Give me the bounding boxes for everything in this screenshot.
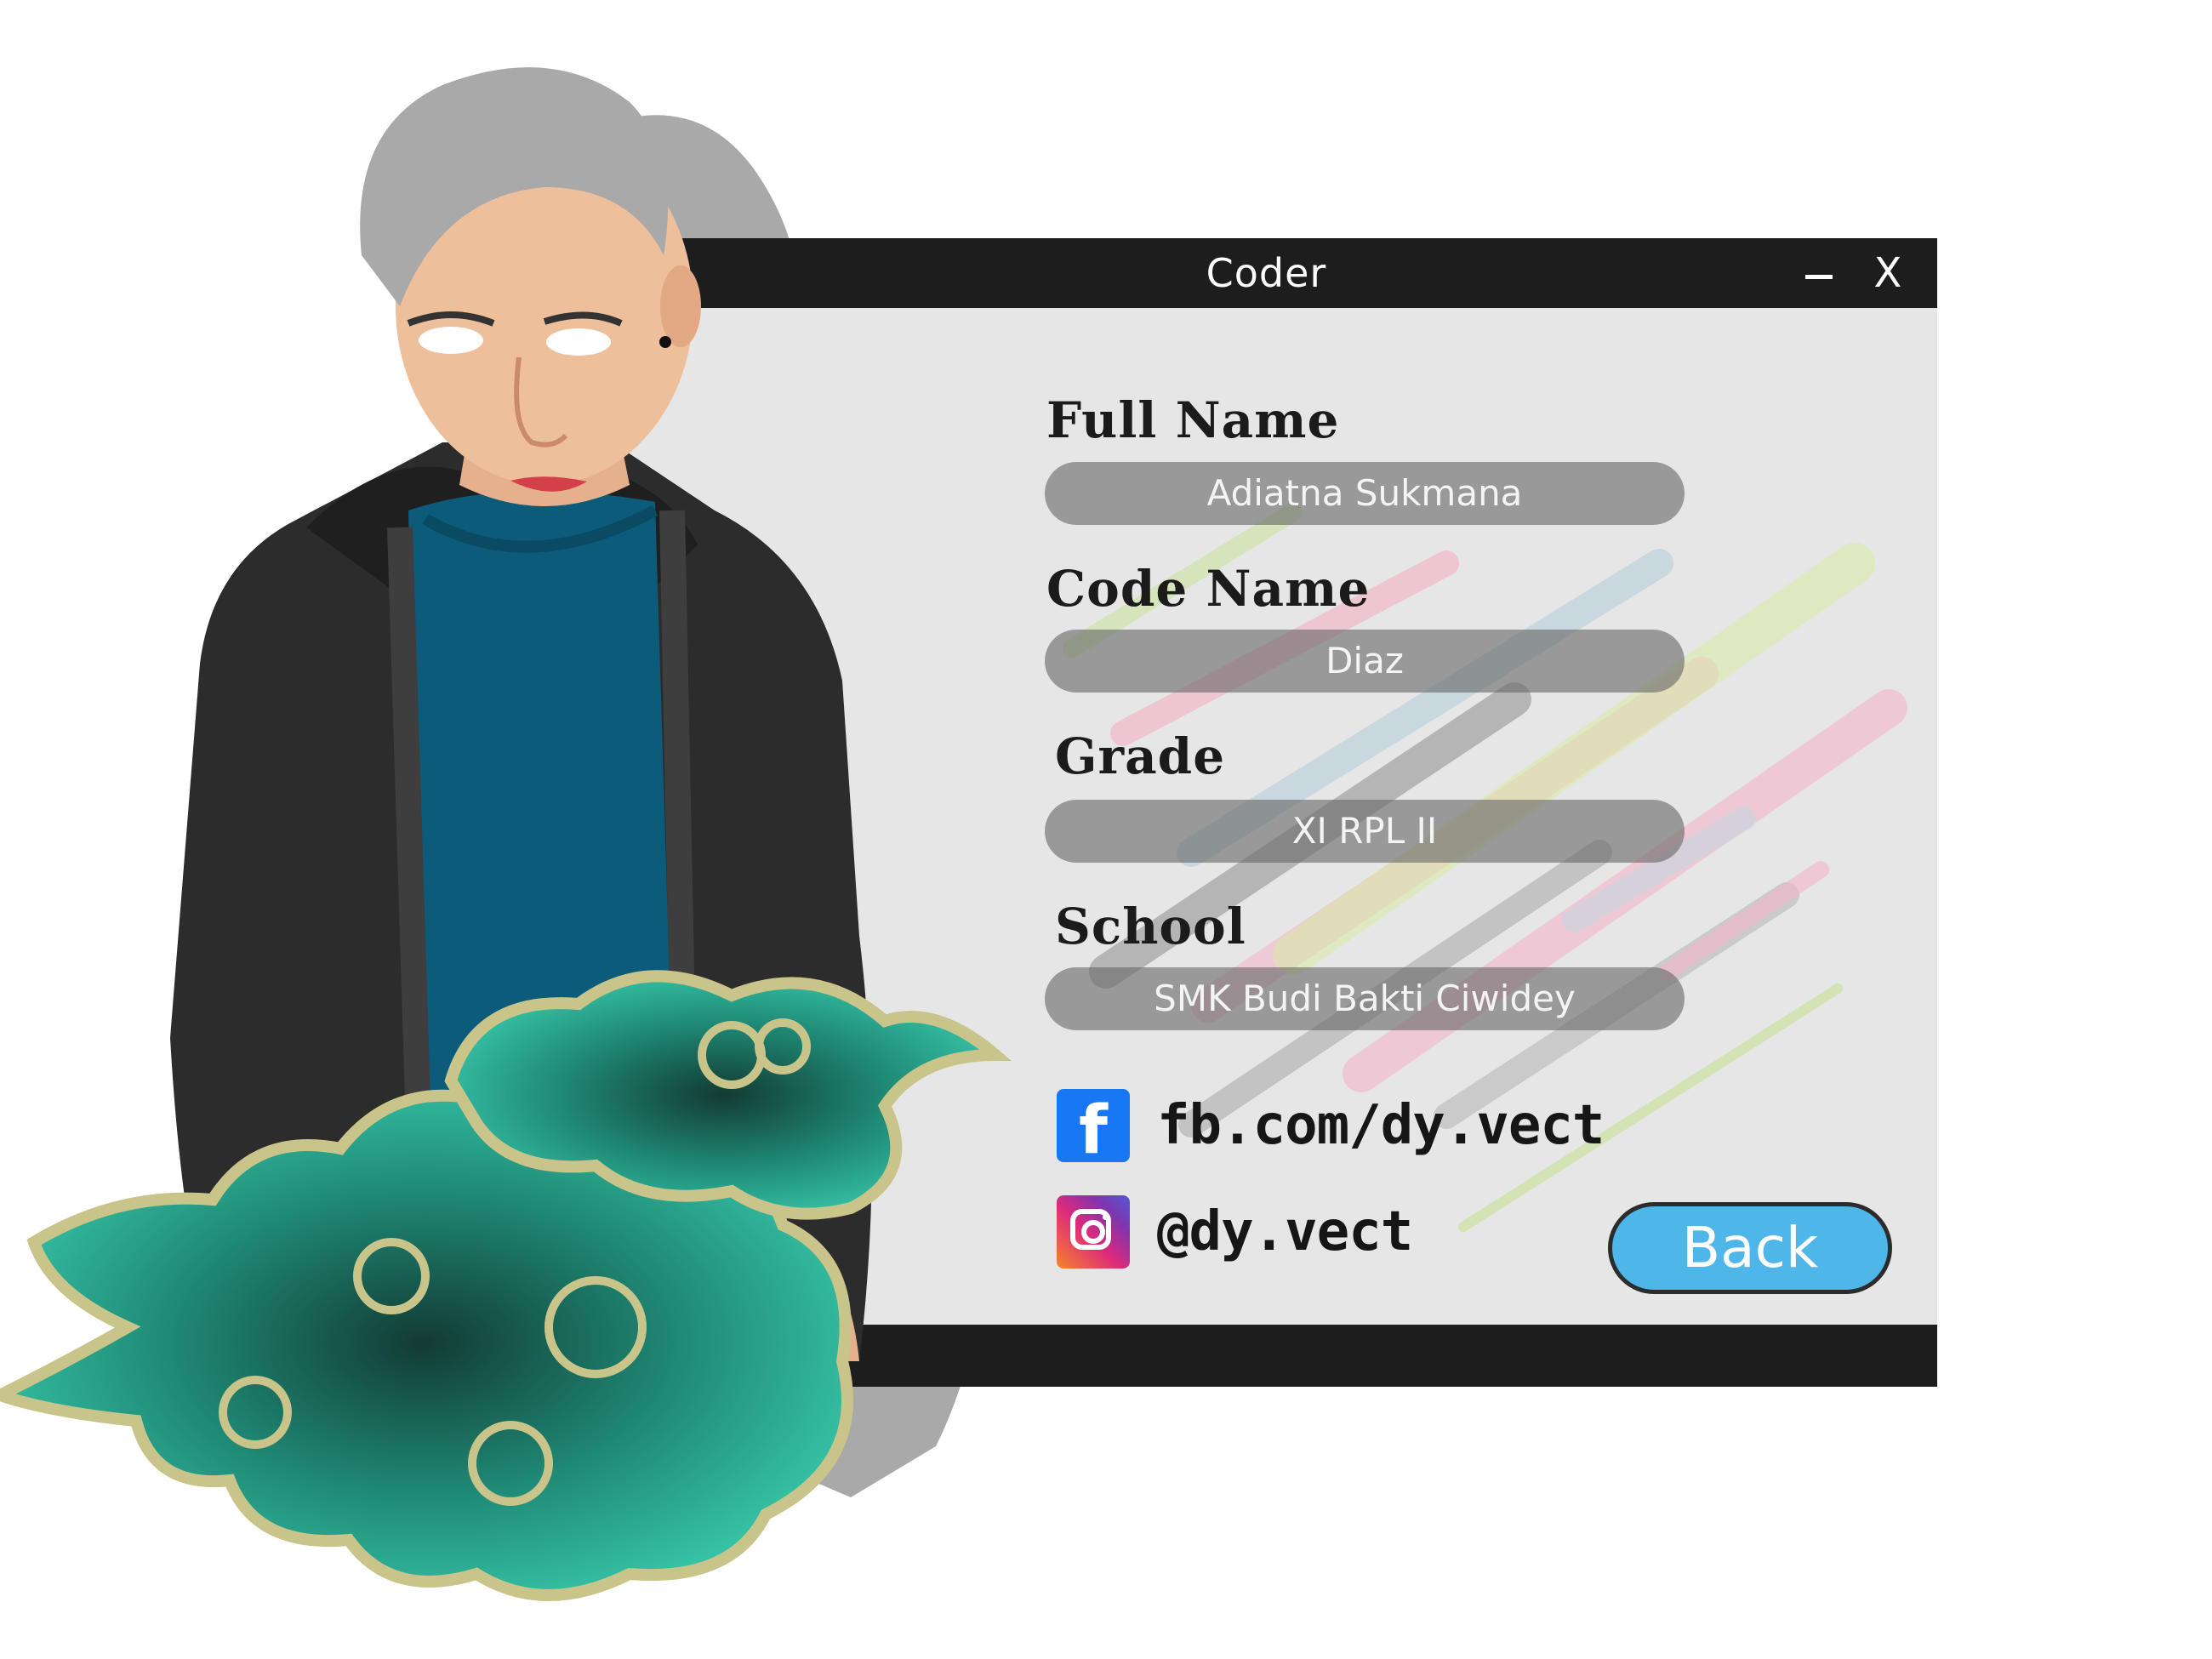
facebook-link[interactable]: f fb.com/dy.vect [1057, 1089, 1605, 1167]
school-label: School [1055, 898, 1246, 955]
instagram-icon [1057, 1195, 1130, 1268]
full-name-label: Full Name [1046, 391, 1340, 449]
grade-field: XI RPL II [1045, 800, 1685, 863]
instagram-handle: @dy.vect [1157, 1200, 1413, 1263]
grade-label: Grade [1055, 727, 1226, 785]
facebook-handle: fb.com/dy.vect [1157, 1094, 1605, 1157]
back-button[interactable]: Back [1608, 1202, 1892, 1294]
school-field: SMK Budi Bakti Ciwidey [1045, 967, 1685, 1030]
full-name-field: Adiatna Sukmana [1045, 462, 1685, 525]
facebook-icon: f [1057, 1089, 1130, 1167]
instagram-link[interactable]: @dy.vect [1057, 1195, 1413, 1268]
code-name-field: Diaz [1045, 630, 1685, 693]
facebook-glyph: f [1079, 1092, 1108, 1169]
code-name-label: Code Name [1046, 560, 1371, 618]
